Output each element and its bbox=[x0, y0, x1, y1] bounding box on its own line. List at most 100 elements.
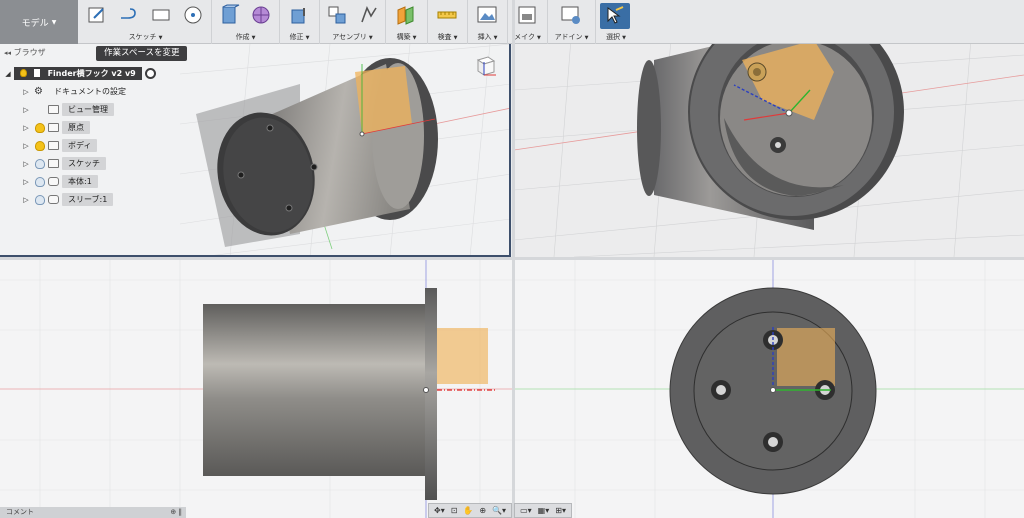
sketch-plane bbox=[355, 66, 412, 134]
browser-item-sketches[interactable]: ▷ スケッチ bbox=[20, 156, 106, 171]
browser-item-named-views[interactable]: ▷ ビュー管理 bbox=[20, 102, 114, 117]
toolbar-group-label: 修正 ▼ bbox=[289, 33, 310, 41]
hole bbox=[310, 163, 318, 171]
viewports-icon[interactable]: ⊞▾ bbox=[555, 506, 566, 515]
origin-point bbox=[359, 131, 365, 137]
toolbar-group-label: スケッチ ▼ bbox=[128, 33, 163, 41]
folder-icon bbox=[48, 105, 59, 114]
comments-toggle-icon[interactable]: ⊕ ‖ bbox=[170, 507, 182, 518]
toolbar-group-addins[interactable]: アドイン ▼ bbox=[548, 0, 596, 44]
component-icon bbox=[48, 195, 59, 204]
comments-panel[interactable]: コメント ⊕ ‖ bbox=[0, 507, 186, 518]
expand-triangle-icon[interactable]: ▷ bbox=[20, 178, 32, 186]
navigation-bar: ✥▾ ⊡ ✋ ⊕ 🔍▾ ▭▾ ▦▾ ⊞▾ bbox=[428, 503, 572, 518]
line-icon[interactable] bbox=[118, 4, 140, 26]
fusion-window: モデル ▼ スケッチ ▼ 作成 ▼ 修正 ▼ アセンブリ ▼ 構築 ▼ 検査 ▼… bbox=[0, 0, 1024, 518]
workspace-switcher[interactable]: モデル ▼ bbox=[0, 0, 78, 44]
hole-bottom bbox=[763, 432, 783, 452]
collapse-triangle-icon[interactable]: ◢ bbox=[2, 70, 14, 78]
cylinder-back-cap bbox=[637, 60, 661, 196]
insert-image-icon[interactable] bbox=[476, 4, 498, 26]
3d-print-icon[interactable] bbox=[516, 4, 538, 26]
visibility-bulb-icon[interactable] bbox=[20, 69, 27, 77]
browser-item-bodies[interactable]: ▷ ボディ bbox=[20, 138, 98, 153]
origin-point bbox=[423, 387, 429, 393]
flange-side bbox=[425, 288, 437, 500]
gear-icon: ⚙ bbox=[34, 86, 43, 97]
browser-root[interactable]: ◢ Finder横フック v2 v9 bbox=[2, 66, 156, 81]
joint-icon[interactable] bbox=[358, 4, 380, 26]
toolbar-group-insert[interactable]: 挿入 ▼ bbox=[468, 0, 508, 44]
workspace-tooltip: 作業スペースを変更 bbox=[96, 46, 188, 61]
view-cube[interactable] bbox=[474, 54, 498, 78]
toolbar-group-create[interactable]: 作成 ▼ bbox=[212, 0, 280, 44]
display-settings-icon[interactable]: ▭▾ bbox=[520, 506, 532, 515]
look-at-icon[interactable]: ⊡ bbox=[451, 506, 458, 515]
toolbar-group-modify[interactable]: 修正 ▼ bbox=[280, 0, 320, 44]
offset-plane-icon[interactable] bbox=[395, 4, 417, 26]
toolbar-group-assemble[interactable]: アセンブリ ▼ bbox=[320, 0, 386, 44]
workspace-label: モデル bbox=[21, 18, 49, 29]
grid-settings-icon[interactable]: ▦▾ bbox=[538, 506, 550, 515]
expand-triangle-icon[interactable]: ▷ bbox=[20, 142, 32, 150]
browser-root-pill[interactable]: Finder横フック v2 v9 bbox=[14, 67, 142, 80]
toolbar-group-select[interactable]: 選択 ▼ bbox=[596, 0, 636, 44]
select-icon[interactable] bbox=[604, 4, 626, 26]
viewport-bottom-left[interactable] bbox=[0, 260, 512, 518]
expand-triangle-icon[interactable]: ▷ bbox=[20, 124, 32, 132]
nav-tools: ✥▾ ⊡ ✋ ⊕ 🔍▾ bbox=[428, 503, 513, 518]
toolbar-group-label: 検査 ▼ bbox=[437, 33, 458, 41]
visibility-bulb-icon[interactable] bbox=[35, 158, 45, 169]
zoom-icon[interactable]: 🔍▾ bbox=[492, 506, 506, 515]
zoom-window-icon[interactable]: ⊕ bbox=[479, 506, 486, 515]
orbit-icon[interactable]: ✥▾ bbox=[434, 506, 445, 515]
folder-icon bbox=[48, 159, 59, 168]
toolbar-group-construct[interactable]: 構築 ▼ bbox=[386, 0, 428, 44]
expand-triangle-icon[interactable]: ▷ bbox=[20, 106, 32, 114]
origin-point bbox=[770, 387, 776, 393]
toolbar-group-label: アドイン ▼ bbox=[554, 33, 589, 41]
front-view-canvas bbox=[515, 260, 1024, 518]
collapse-icon[interactable]: ◂◂ bbox=[4, 49, 11, 57]
folder-icon bbox=[48, 141, 59, 150]
toolbar-group-label: 作成 ▼ bbox=[235, 33, 256, 41]
toolbar-group-sketch[interactable]: スケッチ ▼ bbox=[80, 0, 212, 44]
scripts-icon[interactable] bbox=[560, 4, 582, 26]
visibility-bulb-icon[interactable] bbox=[35, 122, 45, 133]
expand-triangle-icon[interactable]: ▷ bbox=[20, 88, 32, 96]
origin-point bbox=[785, 109, 793, 117]
circle-icon[interactable] bbox=[182, 4, 204, 26]
browser-item-document-settings[interactable]: ▷ ⚙ ドキュメントの設定 bbox=[20, 84, 132, 99]
toolbar-group-label: アセンブリ ▼ bbox=[332, 33, 373, 41]
toolbar-group-inspect[interactable]: 検査 ▼ bbox=[428, 0, 468, 44]
visibility-bulb-icon[interactable] bbox=[35, 140, 45, 151]
pan-icon[interactable]: ✋ bbox=[463, 506, 473, 515]
side-view-canvas bbox=[0, 260, 512, 518]
cylinder-side bbox=[203, 304, 425, 476]
browser-item-origin[interactable]: ▷ 原点 bbox=[20, 120, 90, 135]
sketch-plane bbox=[437, 328, 488, 384]
browser-item-component-sleeve[interactable]: ▷ スリーブ:1 bbox=[20, 192, 114, 207]
press-pull-icon[interactable] bbox=[288, 4, 310, 26]
radio-icon[interactable] bbox=[144, 68, 156, 79]
viewport-bottom-right[interactable] bbox=[515, 260, 1024, 518]
display-tools: ▭▾ ▦▾ ⊞▾ bbox=[514, 503, 572, 518]
create-sketch-icon[interactable] bbox=[86, 4, 108, 26]
hole bbox=[266, 124, 274, 132]
hole-left bbox=[711, 380, 731, 400]
hole bbox=[237, 171, 245, 179]
expand-triangle-icon[interactable]: ▷ bbox=[20, 160, 32, 168]
extrude-icon[interactable] bbox=[218, 4, 240, 26]
chevron-down-icon: ▼ bbox=[51, 18, 57, 26]
toolbar-group-label: 選択 ▼ bbox=[606, 33, 626, 41]
visibility-bulb-icon[interactable] bbox=[35, 194, 45, 205]
browser-item-component-body[interactable]: ▷ 本体:1 bbox=[20, 174, 98, 189]
component-icon[interactable] bbox=[326, 4, 348, 26]
component-icon bbox=[48, 177, 59, 186]
expand-triangle-icon[interactable]: ▷ bbox=[20, 196, 32, 204]
form-icon[interactable] bbox=[250, 4, 272, 26]
browser-panel: ◂◂ ブラウザ ◢ Finder横フック v2 v9 ▷ ⚙ ドキュメントの設定… bbox=[0, 46, 178, 212]
rectangle-icon[interactable] bbox=[150, 4, 172, 26]
visibility-bulb-icon[interactable] bbox=[35, 176, 45, 187]
measure-icon[interactable] bbox=[436, 4, 458, 26]
